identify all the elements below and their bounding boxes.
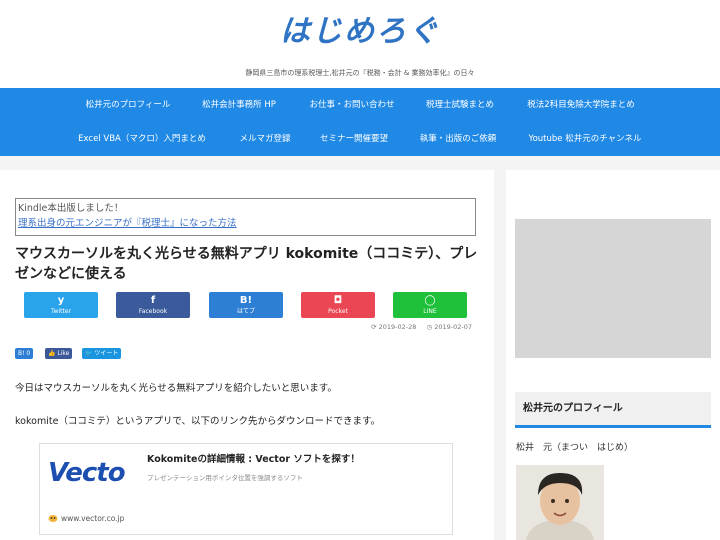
link-card-description: プレゼンテーション用ポインタ位置を強調するソフト (147, 474, 303, 482)
article-paragraph-2: kokomite（ココミテ）というアプリで、以下のリンク先からダウンロードできま… (15, 416, 381, 427)
nav-item-excel-vba[interactable]: Excel VBA（マクロ）入門まとめ (78, 122, 206, 156)
profile-avatar (516, 465, 604, 540)
profile-name: 松井 元（まつい はじめ） (516, 443, 634, 453)
kindle-book-link[interactable]: 理系出身の元エンジニアが『税理士』になった方法 (18, 216, 473, 231)
share-hatena-label: はてブ (236, 308, 255, 315)
nav-item-exam-summary[interactable]: 税理士試験まとめ (426, 88, 494, 122)
twitter-icon: y (57, 295, 65, 306)
kindle-notice: Kindle本出版しました！ 理系出身の元エンジニアが『税理士』になった方法 (15, 198, 476, 236)
nav-item-seminar[interactable]: セミナー開催要望 (320, 122, 388, 156)
article-title: マウスカーソルを丸く光らせる無料アプリ kokomite（ココミテ）、プレゼンな… (15, 246, 478, 282)
hatena-count-button[interactable]: B! 0 (15, 348, 34, 359)
profile-photo-icon (516, 465, 604, 540)
share-pocket-button[interactable]: ◘ Pocket (301, 292, 375, 318)
site-header: はじめろぐ 静岡県三島市の理系税理士,松井元の『税務・会計 & 業務効率化』の日… (0, 0, 720, 88)
article-paragraph-1: 今日はマウスカーソルを丸く光らせる無料アプリを紹介したいと思います。 (15, 383, 337, 394)
nav-item-newsletter[interactable]: メルマガ登録 (239, 122, 290, 156)
share-line-button[interactable]: ◯ LINE (393, 292, 467, 318)
link-card[interactable]: Vecto Kokomiteの詳細情報 : Vector ソフトを探す！ プレゼ… (39, 443, 453, 535)
link-card-title: Kokomiteの詳細情報 : Vector ソフトを探す！ (147, 454, 360, 465)
profile-widget-title: 松井元のプロフィール (515, 392, 711, 428)
share-line-label: LINE (423, 308, 437, 315)
favicon-icon (48, 515, 58, 522)
article-main: Kindle本出版しました！ 理系出身の元エンジニアが『税理士』になった方法 マ… (0, 170, 494, 540)
nav-item-profile[interactable]: 松井元のプロフィール (86, 88, 171, 122)
link-card-url: www.vector.co.jp (48, 514, 124, 523)
nav-item-youtube[interactable]: Youtube 松井元のチャンネル (529, 122, 642, 156)
sidebar: 松井元のプロフィール 松井 元（まつい はじめ） (506, 170, 720, 540)
share-pocket-label: Pocket (328, 308, 348, 315)
tweet-button[interactable]: 🐦 ツイート (82, 348, 122, 359)
sidebar-ad-placeholder (515, 219, 711, 358)
nav-item-writing[interactable]: 執筆・出版のご依頼 (420, 122, 497, 156)
share-twitter-label: Twitter (50, 308, 72, 315)
share-hatena-button[interactable]: B! はてブ (209, 292, 283, 318)
facebook-icon: f (150, 295, 156, 306)
vector-logo: Vecto (48, 458, 126, 488)
nav-item-office-hp[interactable]: 松井会計事務所 HP (202, 88, 276, 122)
share-facebook-button[interactable]: f Facebook (116, 292, 190, 318)
line-icon: ◯ (424, 295, 436, 306)
nav-row-2: Excel VBA（マクロ）入門まとめ メルマガ登録 セミナー開催要望 執筆・出… (0, 122, 720, 156)
published-date: ◷ 2019-02-07 (426, 323, 472, 331)
nav-item-contact[interactable]: お仕事・お問い合わせ (309, 88, 394, 122)
share-twitter-button[interactable]: y Twitter (24, 292, 98, 318)
pocket-icon: ◘ (333, 295, 343, 306)
hatena-icon: B! (239, 295, 253, 306)
site-tagline: 静岡県三島市の理系税理士,松井元の『税務・会計 & 業務効率化』の日々 (245, 69, 475, 77)
nav-item-grad-school[interactable]: 税法2科目免除大学院まとめ (527, 88, 634, 122)
facebook-like-button[interactable]: 👍 Like (45, 348, 73, 359)
nav-row-1: 松井元のプロフィール 松井会計事務所 HP お仕事・お問い合わせ 税理士試験まと… (0, 88, 720, 122)
global-nav: 松井元のプロフィール 松井会計事務所 HP お仕事・お問い合わせ 税理士試験まと… (0, 88, 720, 156)
kindle-notice-text: Kindle本出版しました！ (18, 203, 124, 214)
post-dates: ⟳ 2019-02-28 ◷ 2019-02-07 (363, 323, 472, 331)
site-logo[interactable]: はじめろぐ (0, 6, 720, 50)
updated-date: ⟳ 2019-02-28 (371, 323, 417, 331)
share-facebook-label: Facebook (138, 308, 168, 315)
